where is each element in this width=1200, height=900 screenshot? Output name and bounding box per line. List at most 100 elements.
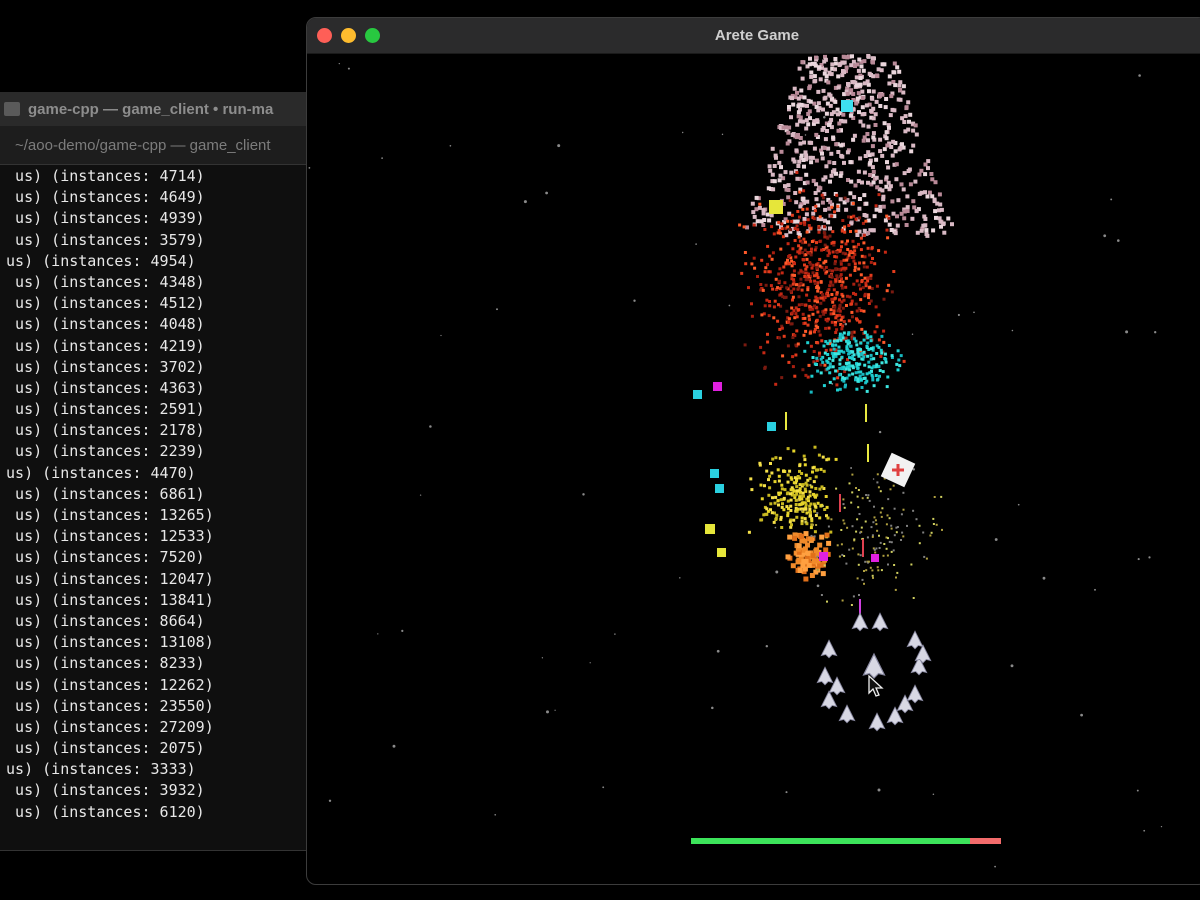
particle (760, 497, 764, 501)
particle (846, 526, 849, 529)
enemy-unit (848, 191, 853, 196)
particle (865, 569, 868, 572)
star (994, 865, 996, 868)
enemy-unit (794, 148, 799, 153)
pickup-cube (705, 524, 715, 534)
particle (810, 534, 813, 537)
particle (863, 376, 867, 380)
enemy-unit (882, 121, 887, 126)
particle (840, 245, 843, 249)
particle (837, 345, 841, 349)
particle (882, 297, 886, 301)
particle (867, 360, 871, 364)
enemy-unit (861, 68, 866, 73)
particle (846, 339, 850, 343)
particle (863, 570, 865, 572)
particle (833, 255, 837, 259)
terminal-tab[interactable]: ~/aoo-demo/game-cpp — game_client (0, 126, 310, 165)
particle (785, 286, 789, 290)
particle (808, 536, 814, 542)
enemy-unit (875, 74, 880, 79)
particle (874, 374, 878, 377)
particle (803, 558, 809, 564)
enemy-unit (804, 172, 809, 177)
particle (773, 299, 777, 303)
particle (830, 320, 834, 324)
particle (818, 516, 822, 520)
enemy-unit (882, 147, 887, 152)
particle (826, 353, 830, 356)
particle (859, 273, 863, 277)
enemy-unit (757, 205, 762, 210)
ship (820, 639, 838, 659)
particle (902, 535, 905, 538)
particle (792, 518, 796, 522)
enemy-unit (790, 96, 794, 101)
log-line: us) (instances: 4512) (0, 294, 205, 313)
particle (838, 387, 842, 391)
particle (877, 486, 880, 489)
particle (874, 305, 878, 309)
game-viewport[interactable] (307, 54, 1200, 884)
particle (808, 494, 812, 498)
star (546, 710, 549, 714)
particle (887, 283, 891, 287)
terminal-window[interactable]: game-cpp — game_client • run-ma ~/aoo-de… (0, 92, 311, 851)
particle (844, 276, 848, 280)
particle (777, 474, 781, 478)
enemy-unit (781, 125, 786, 130)
particle (849, 249, 853, 253)
game-window[interactable]: Arete Game (306, 17, 1200, 885)
particle (798, 464, 802, 468)
particle (793, 273, 796, 277)
particle (865, 265, 869, 269)
particle (852, 353, 856, 357)
particle (768, 486, 772, 490)
particle (772, 520, 776, 524)
enemy-unit (914, 132, 919, 137)
enemy-unit (783, 170, 788, 175)
particle (864, 560, 867, 563)
particle (847, 319, 851, 323)
enemy-unit (863, 154, 868, 158)
particle (865, 379, 869, 383)
particle (890, 354, 894, 358)
particle (768, 304, 772, 308)
enemy-unit (878, 179, 883, 184)
particle (840, 315, 844, 319)
particle (838, 373, 842, 377)
particle (849, 344, 853, 348)
terminal-output[interactable]: us) (instances: 4714) us) (instances: 46… (0, 165, 310, 823)
game-titlebar[interactable]: Arete Game (307, 18, 1200, 54)
terminal-titlebar[interactable]: game-cpp — game_client • run-ma (0, 92, 310, 126)
particle (893, 507, 896, 510)
log-line: us) (instances: 3333) (0, 760, 196, 779)
enemy-unit (885, 160, 889, 165)
particle (862, 233, 866, 237)
particle (803, 458, 807, 462)
enemy-unit (812, 74, 817, 79)
enemy-unit (805, 199, 810, 204)
particle (815, 263, 819, 267)
particle (785, 309, 789, 313)
particle (875, 284, 879, 288)
particle (805, 257, 809, 261)
particle (866, 496, 869, 499)
particle (819, 467, 823, 471)
particle (935, 523, 938, 526)
enemy-unit (812, 62, 817, 66)
enemy-unit (849, 179, 854, 184)
particle (857, 267, 861, 271)
enemy-unit (884, 130, 889, 135)
particle (895, 531, 898, 534)
particle (779, 498, 783, 502)
star (695, 243, 697, 245)
enemy-unit (858, 82, 863, 87)
particle (879, 355, 883, 358)
enemy-unit (867, 71, 872, 76)
particle (821, 196, 825, 200)
particle (817, 329, 821, 333)
particle (818, 351, 821, 355)
particle (892, 484, 895, 487)
enemy-unit (836, 128, 841, 133)
